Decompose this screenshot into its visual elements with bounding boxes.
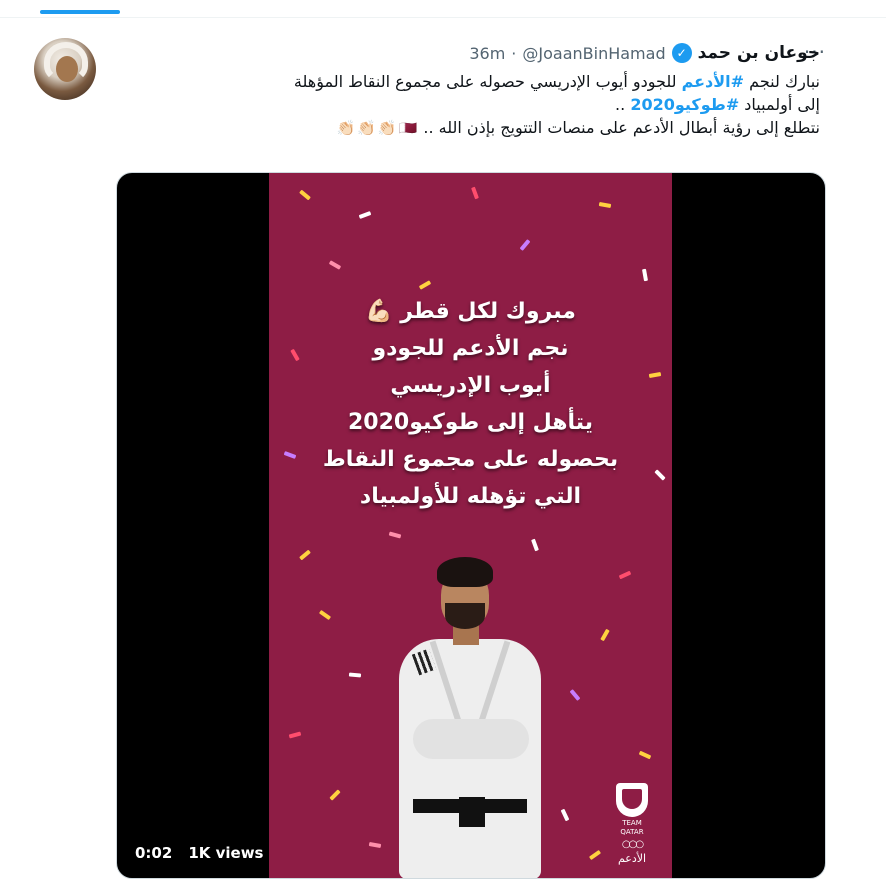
- tweet-line-1-pre: نبارك لنجم: [744, 72, 820, 91]
- video-caption-line: نجم الأدعم للجودو: [372, 336, 569, 361]
- confetti: [638, 750, 652, 760]
- video-caption-line: أيوب الإدريسي: [390, 373, 551, 398]
- tweet-card[interactable]: ··· جوعان بن حمد ✓ @JoaanBinHamad · 36m …: [20, 22, 840, 882]
- athlete-figure: [389, 555, 549, 878]
- confetti: [288, 731, 302, 739]
- confetti: [531, 538, 539, 552]
- video-caption-line: التي تؤهله للأولمبياد: [359, 484, 582, 509]
- video-caption-line: يتأهل إلى طوكيو2020: [347, 410, 594, 435]
- team-logo-caption: الأدعم: [617, 852, 647, 865]
- athlete-beard: [445, 603, 485, 629]
- tweet-timestamp[interactable]: 36m: [469, 44, 505, 63]
- tweet-text: نبارك لنجم #الأدعم للجودو أيوب الإدريسي …: [120, 70, 820, 140]
- confetti: [328, 260, 342, 270]
- athlete-hair: [437, 557, 493, 587]
- flexed-biceps-icon: 💪🏻: [365, 299, 393, 324]
- hashtag-link[interactable]: #طوكيو2020: [630, 95, 739, 114]
- video-caption: مبروك لكل قطر 💪🏻 نجم الأدعم للجودو أيوب …: [269, 293, 672, 515]
- tweet-line-3: نتطلع إلى رؤية أبطال الأدعم على منصات ال…: [120, 116, 820, 140]
- avatar-face: [56, 56, 78, 82]
- author-display-name[interactable]: جوعان بن حمد: [698, 43, 820, 63]
- tweet-line-2: إلى أولمبياد #طوكيو2020 ..: [120, 93, 820, 116]
- confetti: [641, 268, 649, 282]
- confetti: [318, 609, 332, 621]
- avatar[interactable]: [34, 38, 96, 100]
- clapping-hands-icon: 👏🏻: [357, 119, 376, 137]
- timeline-top-bar: [0, 0, 886, 18]
- video-caption-line: مبروك لكل قطر 💪🏻: [269, 293, 672, 330]
- confetti: [600, 628, 610, 642]
- confetti: [388, 531, 402, 539]
- confetti: [569, 689, 581, 701]
- confetti: [588, 849, 602, 861]
- tweet-line-2-pre: إلى أولمبياد: [739, 95, 820, 114]
- confetti: [560, 808, 570, 822]
- confetti: [598, 201, 612, 209]
- video-player[interactable]: مبروك لكل قطر 💪🏻 نجم الأدعم للجودو أيوب …: [116, 172, 826, 879]
- tweet-line-1-post: للجودو أيوب الإدريسي حصوله على مجموع الن…: [293, 72, 682, 91]
- confetti: [358, 211, 372, 219]
- video-frame[interactable]: مبروك لكل قطر 💪🏻 نجم الأدعم للجودو أيوب …: [269, 173, 672, 878]
- confetti: [519, 239, 531, 251]
- confetti: [618, 570, 632, 580]
- header-separator: ·: [511, 43, 517, 63]
- author-handle[interactable]: @JoaanBinHamad: [522, 44, 665, 63]
- confetti: [368, 841, 382, 849]
- confetti: [471, 186, 479, 200]
- confetti: [418, 280, 432, 290]
- tweet-header: جوعان بن حمد ✓ @JoaanBinHamad · 36m: [469, 40, 820, 66]
- loading-progress-bar: [40, 10, 120, 14]
- team-qatar-logo: TEAM QATAR ○○○ الأدعم: [610, 783, 654, 865]
- tweet-line-1: نبارك لنجم #الأدعم للجودو أيوب الإدريسي …: [120, 70, 820, 93]
- belt-knot: [459, 797, 485, 827]
- confetti: [329, 789, 341, 801]
- confetti: [299, 189, 311, 201]
- video-meta: 0:02 1K views: [135, 844, 263, 862]
- tweet-line-3-text: نتطلع إلى رؤية أبطال الأدعم على منصات ال…: [423, 118, 820, 137]
- team-logo-label: TEAM QATAR: [620, 819, 644, 836]
- video-timestamp: 0:02: [135, 844, 173, 862]
- judo-gi: [399, 639, 541, 878]
- tweet-line-2-post: ..: [615, 95, 631, 114]
- olympic-rings-icon: ○○○: [621, 839, 644, 850]
- qatar-shield-icon: [616, 783, 648, 817]
- video-caption-line: بحصوله على مجموع النقاط: [322, 447, 619, 472]
- clapping-hands-icon: 👏🏻: [377, 119, 397, 137]
- qatar-flag-icon: 🇶🇦: [398, 119, 418, 137]
- verified-badge-icon: ✓: [671, 43, 692, 63]
- confetti: [348, 672, 362, 678]
- confetti: [299, 549, 311, 561]
- crossed-arms: [413, 719, 529, 759]
- clapping-hands-icon: 👏🏻: [336, 119, 356, 137]
- video-view-count: 1K views: [188, 844, 264, 862]
- hashtag-link[interactable]: #الأدعم: [682, 72, 745, 91]
- video-caption-line-text: مبروك لكل قطر: [400, 299, 576, 324]
